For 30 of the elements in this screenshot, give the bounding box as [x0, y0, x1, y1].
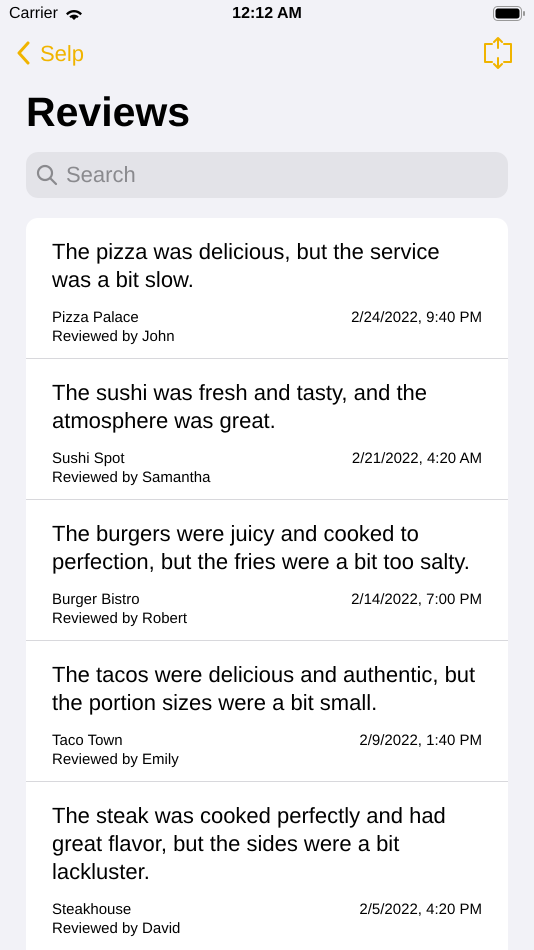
review-date: 2/14/2022, 7:00 PM	[351, 590, 482, 610]
reviewer-name: Reviewed by Robert	[52, 609, 188, 628]
restaurant-name: Taco Town	[52, 731, 124, 750]
search-icon	[36, 164, 58, 186]
reviewer-name: Reviewed by Samantha	[52, 468, 210, 487]
status-time: 12:12 AM	[232, 4, 302, 24]
review-text: The pizza was delicious, but the service was a bit slow.	[52, 238, 441, 294]
reviewer-name: Reviewed by John	[52, 327, 175, 346]
battery-icon	[493, 6, 525, 22]
review-date: 2/24/2022, 9:40 PM	[351, 308, 482, 328]
restaurant-name: Burger Bistro	[52, 590, 141, 609]
review-date: 2/9/2022, 1:40 PM	[359, 731, 482, 751]
search-field[interactable]: Search	[26, 152, 508, 198]
reviewer-name: Reviewed by Emily	[52, 750, 179, 769]
expand-vertical-icon	[481, 36, 515, 70]
page-title: Reviews	[25, 88, 192, 137]
review-text: The steak was cooked perfectly and had great flavor, but the sides were a bit lackluster.	[52, 802, 447, 886]
restaurant-name: Pizza Palace	[52, 308, 140, 327]
carrier-label: Carrier	[9, 4, 58, 24]
back-button[interactable]: Selp	[16, 36, 84, 70]
restaurant-name: Steakhouse	[52, 900, 132, 919]
restaurant-name: Sushi Spot	[52, 449, 126, 468]
review-text: The sushi was fresh and tasty, and the atmosphere was great.	[52, 379, 428, 435]
resize-button[interactable]	[481, 36, 515, 70]
review-date: 2/21/2022, 4:20 AM	[352, 449, 482, 469]
review-text: The tacos were delicious and authentic, but the portion sizes were a bit small.	[52, 661, 476, 717]
reviewer-name: Reviewed by David	[52, 919, 180, 938]
review-text: The burgers were juicy and cooked to perfection, but the fries were a bit too salty.	[52, 520, 471, 576]
review-date: 2/5/2022, 4:20 PM	[359, 900, 482, 920]
chevron-left-icon	[16, 41, 30, 66]
